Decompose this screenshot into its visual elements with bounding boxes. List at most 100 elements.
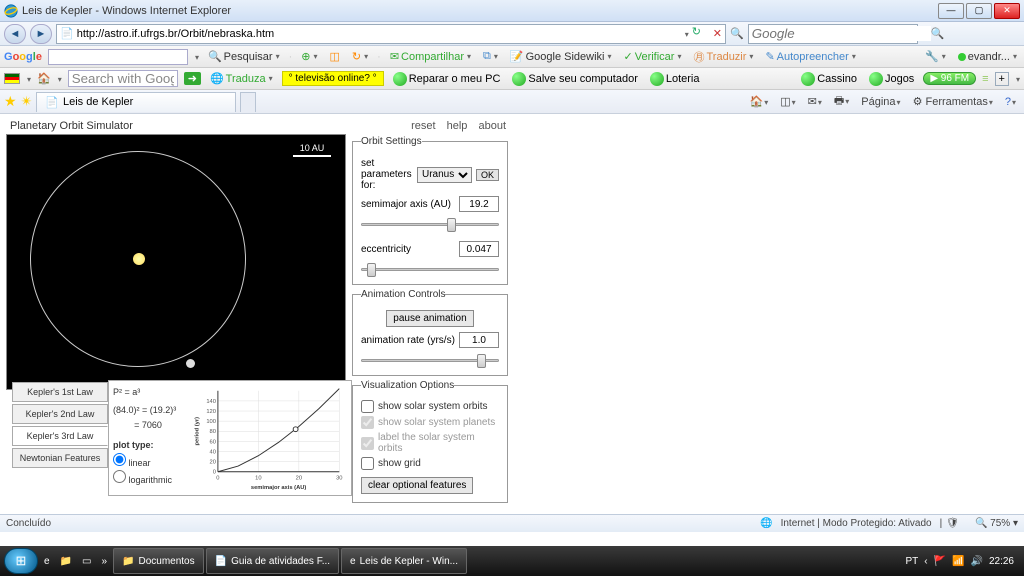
browser-tab[interactable]: 📄 Leis de Kepler [36,92,236,112]
tray-sound-icon[interactable]: 🔊 [971,556,983,567]
tb-refresh[interactable]: ↻ [349,50,371,63]
fm-button[interactable]: ▶ 96 FM [923,72,976,85]
home-drop[interactable] [57,73,62,85]
planet-select[interactable]: Uranus [417,167,472,183]
go-button[interactable]: ➜ [184,72,201,85]
search-button[interactable]: 🔍 Pesquisar [205,50,283,63]
games-button[interactable]: Jogos [866,72,917,86]
repair-button[interactable]: Reparar o meu PC [390,72,504,86]
sma-input[interactable] [459,196,499,212]
search-with-google[interactable] [68,70,178,87]
rate-slider[interactable] [361,353,499,367]
chk-labels: label the solar system orbits [361,432,499,454]
chk-grid[interactable]: show grid [361,457,499,470]
quick-ie[interactable]: e [40,556,54,567]
extra-toolbar: 🏠 ➜ 🌐 Traduza ° televisão online? ° Repa… [0,68,1024,90]
radio-log[interactable]: logarithmic [113,475,172,485]
tools-menu[interactable]: ⚙ Ferramentas [909,95,997,108]
home-tab-button[interactable]: 🏠 [746,95,773,108]
tab-title: Leis de Kepler [63,96,133,108]
traduza-button[interactable]: 🌐 Traduza [207,72,276,85]
minimize-button[interactable]: — [938,3,964,19]
feeds-button[interactable]: ◫ [776,95,799,108]
google-search-drop[interactable] [194,51,199,63]
status-zone: Internet | Modo Protegido: Ativado [781,518,932,529]
url-input[interactable] [77,28,681,40]
sim-title: Planetary Orbit Simulator [10,120,133,132]
tab-kepler-2[interactable]: Kepler's 2nd Law [12,404,108,424]
search-input[interactable] [752,26,931,41]
page-menu[interactable]: Página [857,96,904,108]
tb-rss[interactable]: ◫ [327,50,343,63]
svg-text:period (yr): period (yr) [195,417,201,446]
param-label: set parameters for: [361,158,413,191]
rate-input[interactable] [459,332,499,348]
lottery-button[interactable]: Loteria [647,72,703,86]
quick-desktop[interactable]: ▭ [78,556,95,567]
new-tab-button[interactable] [240,92,256,112]
task-guide[interactable]: 📄 Guia de atividades F... [206,548,339,574]
url-field[interactable]: 📄 ↻ ✕ [56,24,726,44]
quick-explorer[interactable]: 📁 [56,556,76,567]
share-button[interactable]: ✉ Compartilhar [387,50,474,63]
tray-network-icon[interactable]: 📶 [952,556,964,567]
tray-flag-icon[interactable]: 🚩 [934,556,946,567]
tab-kepler-1[interactable]: Kepler's 1st Law [12,382,108,402]
tab-newtonian[interactable]: Newtonian Features [12,448,108,468]
ok-button[interactable]: OK [476,169,499,181]
bookmark-button[interactable]: ⧉ [480,50,501,63]
help-link[interactable]: help [447,120,468,132]
clear-button[interactable]: clear optional features [361,477,473,494]
lang-indicator[interactable]: PT [905,556,918,567]
print-button[interactable]: 🖶 [830,92,853,111]
user-button[interactable]: evandr... [955,51,1020,63]
google-search-input[interactable] [48,49,188,65]
favorites-star[interactable]: ★ [4,93,17,110]
tb-more[interactable] [1015,73,1020,85]
forward-button[interactable]: ► [30,24,52,44]
save-pc-button[interactable]: Salve seu computador [509,72,640,86]
verify-button[interactable]: ✓ Verificar [621,50,685,63]
tb-eq[interactable]: ≡ [982,73,988,85]
refresh-button[interactable]: ↻ [692,25,710,43]
sma-slider[interactable] [361,217,499,231]
ecc-input[interactable] [459,241,499,257]
close-button[interactable]: ✕ [994,3,1020,19]
tray-chevron[interactable]: ‹ [924,556,927,567]
tb-plus2[interactable]: + [995,72,1009,86]
clock[interactable]: 22:26 [989,556,1014,567]
wrench-button[interactable]: 🔧 [922,50,949,63]
chk-orbits[interactable]: show solar system orbits [361,400,499,413]
sidewiki-button[interactable]: 📝 Google Sidewiki [507,50,615,63]
help-menu[interactable]: ? [1001,96,1020,108]
back-button[interactable]: ◄ [4,24,26,44]
radio-linear[interactable]: linear [113,458,151,468]
zoom-label[interactable]: 🔍 75% ▾ [975,518,1018,529]
url-dropdown[interactable] [684,28,689,40]
task-documents[interactable]: 📁 Documentos [113,548,204,574]
autofill-button[interactable]: ✎ Autopreencher [762,50,858,63]
home-icon[interactable]: 🏠 [37,72,51,85]
task-kepler[interactable]: e Leis de Kepler - Win... [341,548,467,574]
add-favorite[interactable]: ✴ [21,93,33,110]
start-button[interactable]: ⊞ [4,548,38,574]
casino-button[interactable]: Cassino [798,72,860,86]
mail-button[interactable]: ✉ [804,95,826,108]
stop-button[interactable]: ✕ [713,27,722,40]
flag-drop[interactable] [26,73,31,85]
tab-kepler-3[interactable]: Kepler's 3rd Law [12,426,108,446]
law-content: P² = a³ (84.0)² = (19.2)³ = 7060 plot ty… [108,380,352,496]
flag-icon[interactable] [4,73,20,84]
sun-icon [133,253,145,265]
maximize-button[interactable]: ▢ [966,3,992,19]
about-link[interactable]: about [478,120,506,132]
ecc-slider[interactable] [361,262,499,276]
browser-search[interactable]: 🔍 [748,24,918,44]
tb-plus[interactable]: ⊕ [298,50,320,63]
translate-button[interactable]: ㊊ Traduzir [690,49,756,65]
search-go-icon[interactable]: 🔍 [931,27,945,40]
pause-button[interactable]: pause animation [386,310,473,327]
tv-online-button[interactable]: ° televisão online? ° [282,71,384,86]
reset-link[interactable]: reset [411,120,435,132]
quick-chevron[interactable]: » [97,556,111,567]
